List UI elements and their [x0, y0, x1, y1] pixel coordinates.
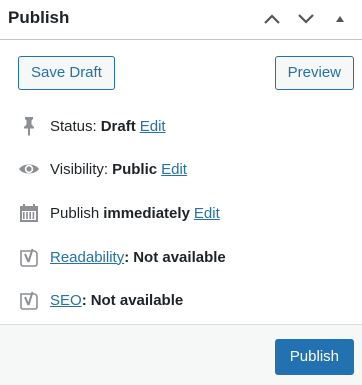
status-edit-link[interactable]: Edit	[140, 118, 166, 135]
readability-separator: :	[124, 248, 130, 266]
schedule-value: immediately	[103, 204, 190, 222]
move-down-button[interactable]	[295, 8, 317, 30]
schedule-row: Publish immediately Edit	[18, 201, 220, 225]
seo-link[interactable]: SEO	[50, 292, 82, 309]
visibility-edit-link[interactable]: Edit	[161, 161, 187, 178]
visibility-label: Visibility:	[50, 160, 109, 178]
yoast-icon	[18, 246, 40, 268]
status-row: Status: Draft Edit	[18, 114, 166, 138]
publish-panel: Publish Save Draft Preview Status: Draft…	[0, 0, 362, 385]
chevron-up-icon	[264, 14, 280, 24]
seo-row: SEO : Not available	[18, 288, 183, 312]
major-publishing-actions: Publish	[0, 324, 362, 385]
seo-value: Not available	[90, 291, 184, 309]
seo-separator: :	[81, 291, 87, 309]
yoast-icon	[18, 289, 40, 311]
calendar-icon	[18, 202, 40, 224]
minor-actions: Save Draft Preview	[0, 56, 362, 90]
save-draft-button[interactable]: Save Draft	[18, 56, 115, 90]
status-label: Status:	[50, 117, 97, 135]
toggle-panel-button[interactable]	[329, 8, 351, 30]
visibility-value: Public	[112, 160, 158, 178]
status-value: Draft	[100, 117, 136, 135]
move-up-button[interactable]	[261, 8, 283, 30]
panel-header: Publish	[0, 0, 362, 40]
pin-icon	[18, 115, 40, 137]
preview-button[interactable]: Preview	[274, 56, 354, 90]
triangle-up-icon	[336, 16, 344, 22]
panel-title: Publish	[8, 8, 70, 27]
eye-icon	[18, 158, 40, 180]
chevron-down-icon	[298, 14, 314, 24]
readability-row: Readability : Not available	[18, 245, 226, 269]
schedule-edit-link[interactable]: Edit	[194, 205, 220, 222]
readability-link[interactable]: Readability	[50, 249, 124, 266]
visibility-row: Visibility: Public Edit	[18, 157, 187, 181]
schedule-label: Publish	[50, 204, 100, 222]
publish-button[interactable]: Publish	[274, 339, 354, 375]
readability-value: Not available	[133, 248, 226, 266]
